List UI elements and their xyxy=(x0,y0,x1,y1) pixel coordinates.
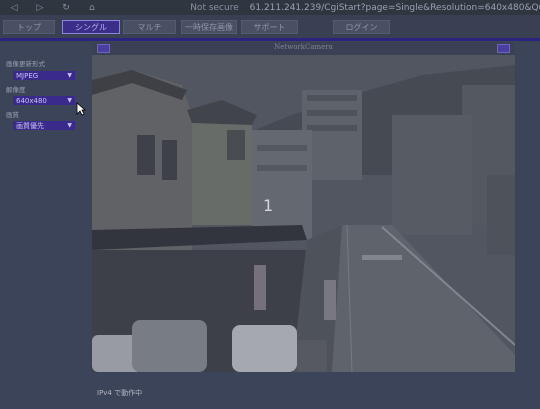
update-format-value: MJPEG xyxy=(16,71,39,80)
top-nav: トップ シングル マルチ 一時保存画像 サポート ログイン xyxy=(0,15,540,38)
resolution-value: 640x480 xyxy=(16,96,47,105)
security-label: Not secure xyxy=(190,2,239,13)
chevron-down-icon: ▼ xyxy=(67,72,72,79)
reload-icon[interactable]: ↻ xyxy=(60,3,72,13)
mouse-cursor-icon xyxy=(76,102,86,116)
camera-view[interactable] xyxy=(92,55,515,372)
tab-saved-images[interactable]: 一時保存画像 xyxy=(181,20,237,34)
home-icon[interactable]: ⌂ xyxy=(86,3,98,13)
resolution-label: 解像度 xyxy=(6,86,26,94)
browser-nav: ◁ ▷ ↻ ⌂ xyxy=(0,3,156,13)
resolution-select[interactable]: 640x480 ▼ xyxy=(13,96,75,105)
camera-scene xyxy=(92,55,515,372)
update-format-select[interactable]: MJPEG ▼ xyxy=(13,71,75,80)
camera-title: NetworkCamera xyxy=(274,43,333,51)
arrow-left-icon[interactable]: ◁ xyxy=(8,3,20,13)
tab-login[interactable]: ログイン xyxy=(333,20,390,34)
camera-header: NetworkCamera xyxy=(92,42,515,55)
status-text: IPv4 で動作中 xyxy=(97,389,143,397)
url-text: 61.211.241.239/CgiStart?page=Single&Reso… xyxy=(249,2,540,13)
camera-number: 1 xyxy=(263,196,274,215)
chevron-down-icon: ▼ xyxy=(67,97,72,104)
tab-top[interactable]: トップ xyxy=(3,20,55,34)
save-icon[interactable] xyxy=(497,44,510,53)
quality-label: 画質 xyxy=(6,111,19,119)
tab-multi[interactable]: マルチ xyxy=(123,20,176,34)
browser-toolbar: ◁ ▷ ↻ ⌂ Not secure 61.211.241.239/CgiSta… xyxy=(0,0,540,15)
chevron-down-icon: ▼ xyxy=(67,122,72,129)
tab-support[interactable]: サポート xyxy=(241,20,298,34)
nav-divider xyxy=(0,38,540,41)
update-format-label: 画像更新形式 xyxy=(6,60,45,68)
address-bar[interactable]: Not secure 61.211.241.239/CgiStart?page=… xyxy=(190,3,540,13)
tab-single[interactable]: シングル xyxy=(62,20,120,34)
arrow-right-icon[interactable]: ▷ xyxy=(34,3,46,13)
quality-value: 画質優先 xyxy=(16,121,44,130)
quality-select[interactable]: 画質優先 ▼ xyxy=(13,121,75,130)
